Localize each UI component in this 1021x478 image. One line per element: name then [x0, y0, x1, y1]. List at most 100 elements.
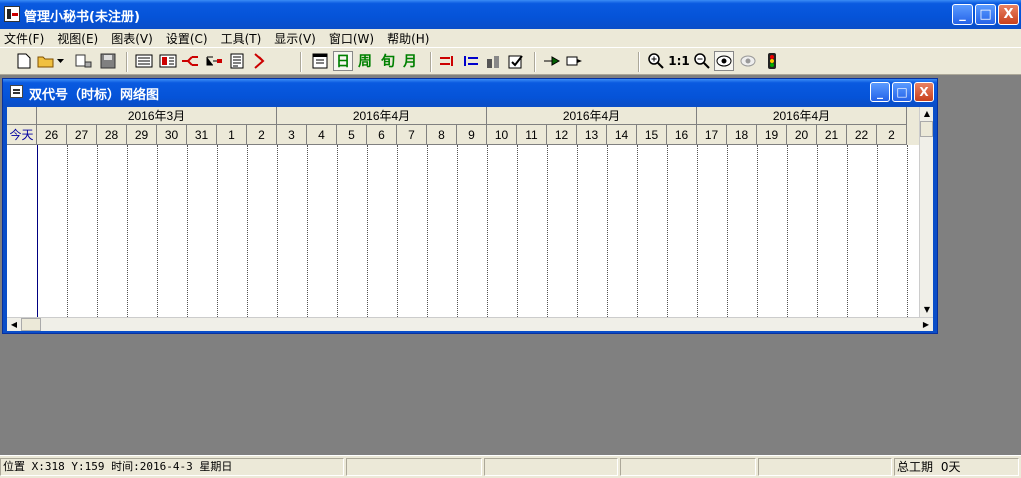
new-file-icon[interactable]: [14, 51, 34, 71]
document-icon[interactable]: [10, 85, 23, 98]
total-duration-label: 总工期: [897, 460, 934, 474]
grid-line: [307, 145, 308, 317]
child-maximize-button[interactable]: □: [892, 82, 912, 102]
calendar-icon[interactable]: [310, 51, 330, 71]
day-header-cell: 10: [487, 125, 517, 145]
network-diagram-window: 双代号（时标）网络图 _ □ X 2016年3月 2016年4月 2016年4月 20…: [2, 78, 938, 334]
grid-line: [907, 145, 908, 317]
grid-line: [577, 145, 578, 317]
horizontal-scroll-thumb[interactable]: [21, 318, 41, 331]
arrow-icon[interactable]: [542, 51, 562, 71]
menu-help[interactable]: 帮助(H): [387, 30, 429, 47]
day-header-cell: 9: [457, 125, 487, 145]
child-close-button[interactable]: X: [914, 82, 934, 102]
resource-icon[interactable]: [483, 51, 503, 71]
scale-month-button[interactable]: 月: [400, 51, 420, 71]
day-header-cell: 27: [67, 125, 97, 145]
day-header-cell: 29: [127, 125, 157, 145]
vertical-scroll-thumb[interactable]: [920, 121, 933, 137]
scale-ten-day-button[interactable]: 旬: [378, 51, 398, 71]
grid-line: [547, 145, 548, 317]
close-button[interactable]: X: [998, 4, 1019, 25]
menu-bar: 文件(F) 视图(E) 图表(V) 设置(C) 工具(T) 显示(V) 窗口(W…: [0, 29, 1021, 47]
grid-line: [67, 145, 68, 317]
day-header-cell: 3: [277, 125, 307, 145]
open-folder-icon[interactable]: [36, 51, 56, 71]
day-header-cell: 28: [97, 125, 127, 145]
day-header-cell: 17: [697, 125, 727, 145]
day-header-cell: 13: [577, 125, 607, 145]
grid-line: [367, 145, 368, 317]
link1-icon[interactable]: [438, 51, 458, 71]
scroll-up-icon[interactable]: ▲: [920, 107, 933, 121]
scale-week-button[interactable]: 周: [355, 51, 375, 71]
scale-day-button[interactable]: 日: [333, 51, 353, 71]
day-header-cell: 20: [787, 125, 817, 145]
child-minimize-button[interactable]: _: [870, 82, 890, 102]
month-header-cell: 2016年3月: [37, 107, 277, 125]
title-bar: 管理小秘书(未注册) _ □ X: [0, 0, 1021, 29]
grid-line: [487, 145, 488, 317]
day-header-cell: 11: [517, 125, 547, 145]
vertical-scrollbar[interactable]: ▲ ▼: [919, 107, 933, 317]
menu-file[interactable]: 文件(F): [4, 30, 44, 47]
day-header-cell: 4: [307, 125, 337, 145]
menu-tools[interactable]: 工具(T): [221, 30, 262, 47]
maximize-button[interactable]: □: [975, 4, 996, 25]
zoom-ratio-button[interactable]: 1:1: [668, 51, 690, 71]
status-total-duration: 总工期 0天: [894, 458, 1019, 476]
day-header-cell: 2: [247, 125, 277, 145]
eye-icon[interactable]: [714, 51, 734, 71]
logic-icon[interactable]: [250, 51, 270, 71]
grid-line: [97, 145, 98, 317]
minimize-button[interactable]: _: [952, 4, 973, 25]
menu-chart[interactable]: 图表(V): [111, 30, 153, 47]
timeline-grid[interactable]: [7, 145, 919, 317]
grid-line: [697, 145, 698, 317]
preview-icon[interactable]: [74, 51, 94, 71]
horizontal-scrollbar[interactable]: ◀ ▶: [7, 317, 933, 331]
scroll-left-icon[interactable]: ◀: [7, 318, 21, 331]
today-line: [37, 145, 38, 317]
day-header-cell: 8: [427, 125, 457, 145]
traffic-light-icon[interactable]: [762, 51, 782, 71]
zoom-in-icon[interactable]: [646, 51, 666, 71]
day-header-cell: 22: [847, 125, 877, 145]
tree-icon[interactable]: [204, 51, 224, 71]
grid-line: [727, 145, 728, 317]
day-header-cell: 2: [877, 125, 907, 145]
grid-line: [337, 145, 338, 317]
status-panel-4: [620, 458, 756, 476]
link2-icon[interactable]: [460, 51, 480, 71]
grid-line: [397, 145, 398, 317]
grid-line: [247, 145, 248, 317]
day-header-cell: 31: [187, 125, 217, 145]
day-header-cell: 18: [727, 125, 757, 145]
view1-icon[interactable]: [134, 51, 154, 71]
menu-settings[interactable]: 设置(C): [166, 30, 208, 47]
timeline-view[interactable]: 2016年3月 2016年4月 2016年4月 2016年4月 今天 26 27 28 29 3…: [7, 107, 933, 331]
network-icon[interactable]: [180, 51, 200, 71]
menu-window[interactable]: 窗口(W): [329, 30, 374, 47]
menu-display[interactable]: 显示(V): [274, 30, 316, 47]
grid-line: [877, 145, 878, 317]
scroll-down-icon[interactable]: ▼: [920, 303, 933, 317]
app-icon[interactable]: [4, 6, 20, 22]
day-header: 今天 26 27 28 29 30 31 1 2 3 4 5 6 7 8 9 10 11 12 13 14 15 16 17 1…: [7, 125, 919, 145]
status-position: 位置 X:318 Y:159 时间:2016-4-3 星期日: [0, 458, 344, 476]
menu-view[interactable]: 视图(E): [57, 30, 98, 47]
report-icon[interactable]: [227, 51, 247, 71]
day-header-cell: 15: [637, 125, 667, 145]
scroll-right-icon[interactable]: ▶: [919, 318, 933, 331]
total-duration-value: 0天: [940, 460, 961, 474]
child-window-title: 双代号（时标）网络图: [29, 88, 160, 103]
zoom-out-icon[interactable]: [692, 51, 712, 71]
check-icon[interactable]: [506, 51, 526, 71]
dropdown-icon[interactable]: [56, 51, 66, 71]
today-marker[interactable]: 今天: [7, 125, 37, 145]
view2-icon[interactable]: [158, 51, 178, 71]
pointer-icon[interactable]: [565, 51, 585, 71]
eye-gray-icon[interactable]: [738, 51, 758, 71]
grid-line: [427, 145, 428, 317]
save-icon[interactable]: [98, 51, 118, 71]
